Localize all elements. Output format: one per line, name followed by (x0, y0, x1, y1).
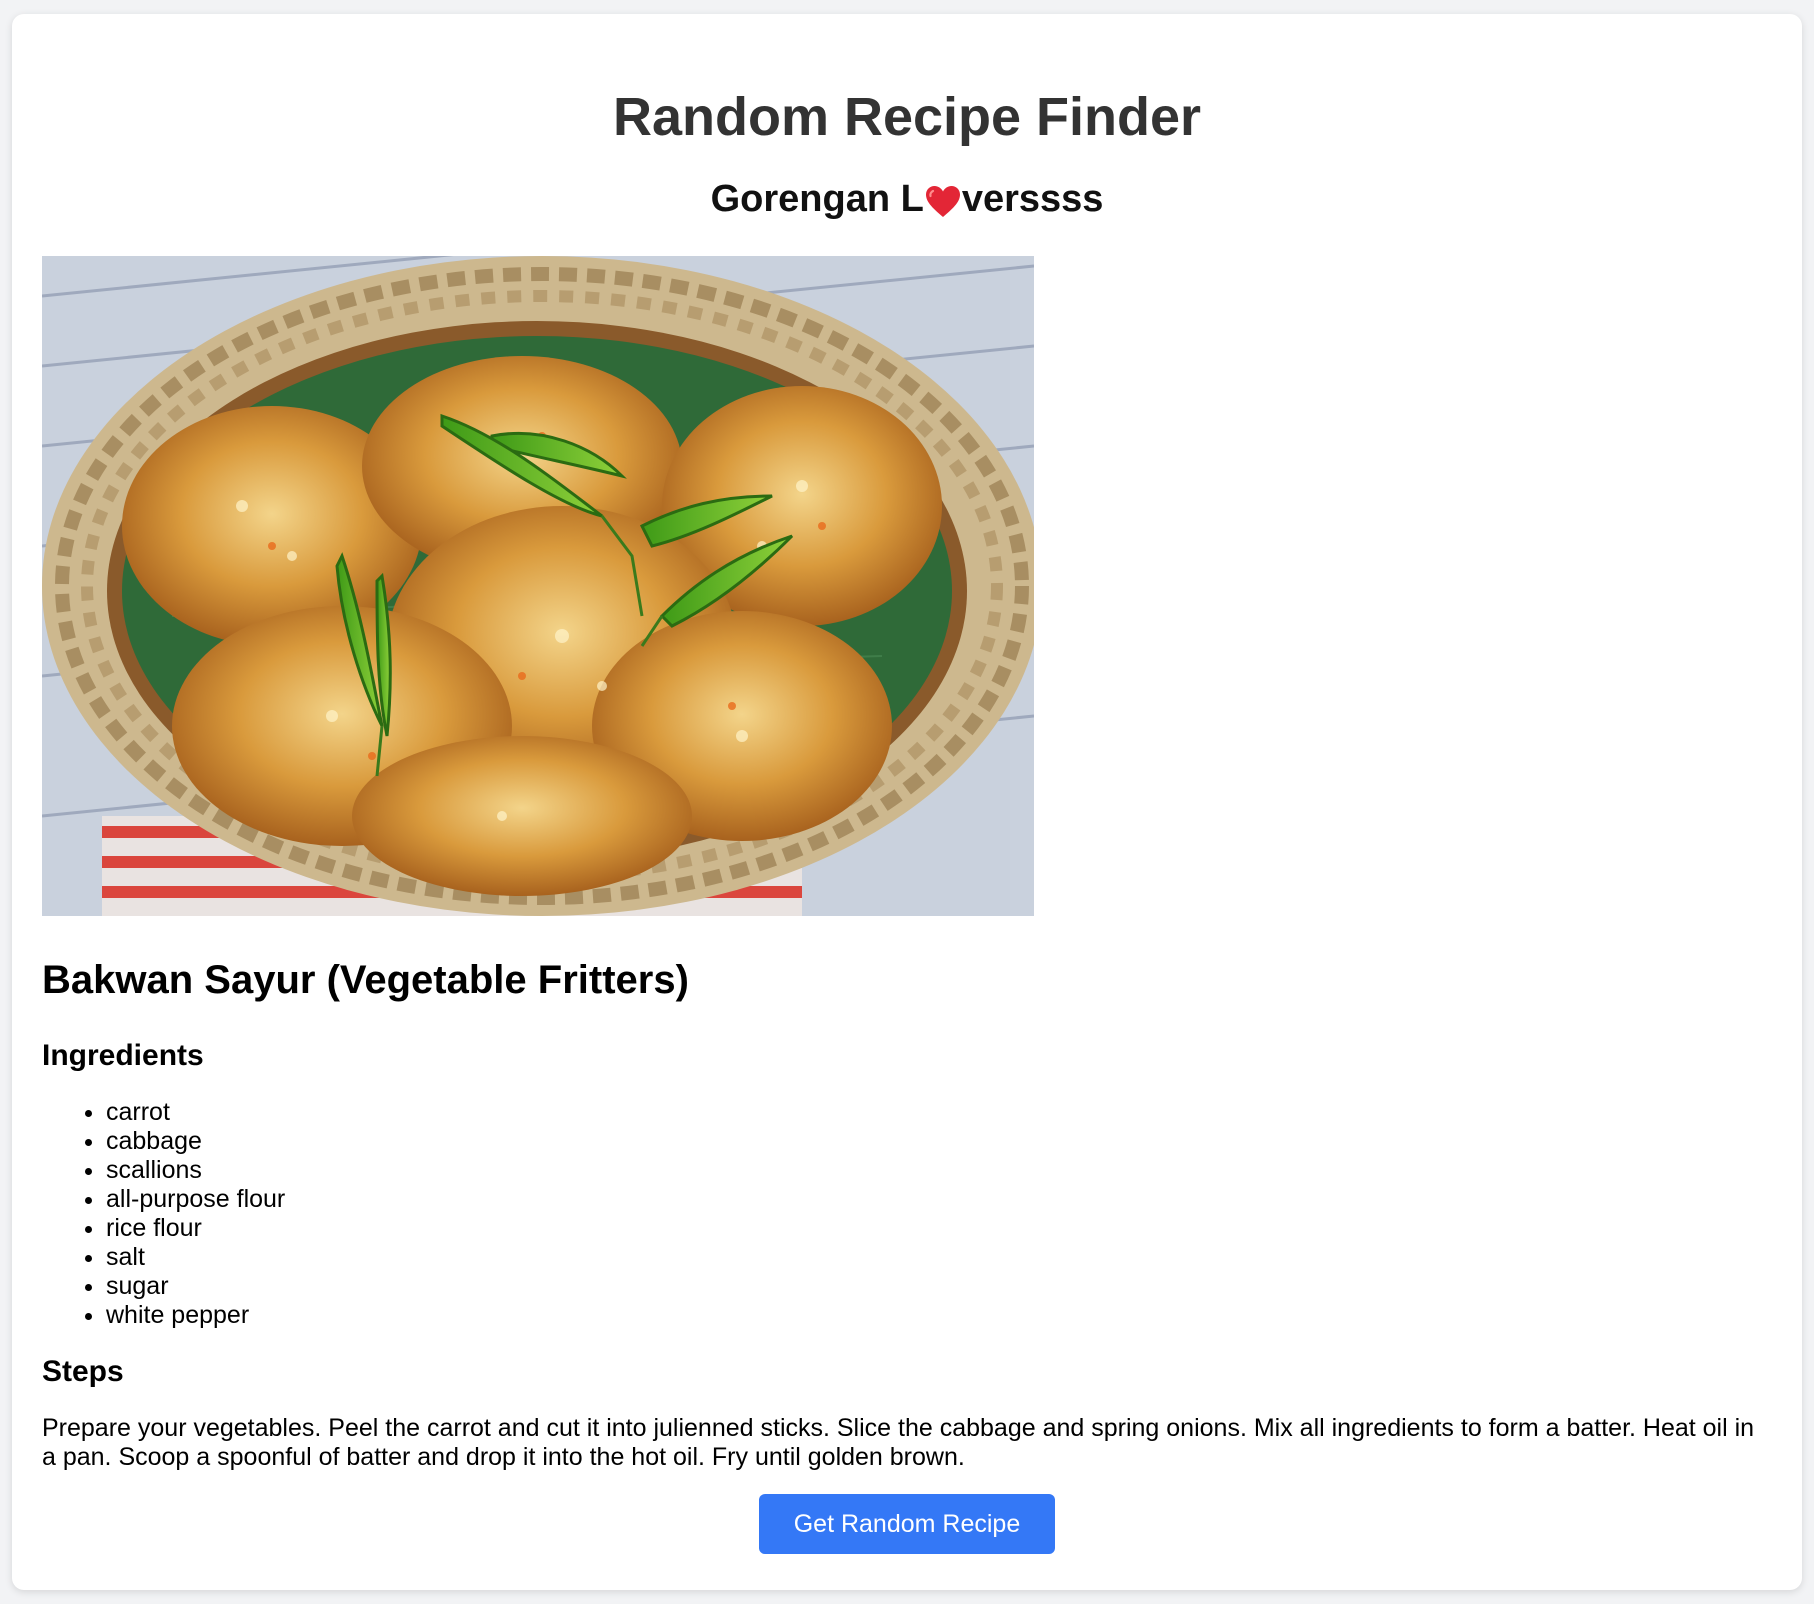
recipe-card: Random Recipe Finder Gorengan L verssss (12, 14, 1802, 1590)
ingredient-item: salt (106, 1243, 1772, 1272)
get-random-recipe-button[interactable]: Get Random Recipe (759, 1494, 1055, 1554)
subtitle-text-end: verssss (961, 178, 1104, 220)
ingredients-heading: Ingredients (42, 1039, 204, 1072)
subtitle-text-start: Gorengan L (710, 178, 924, 220)
button-container: Get Random Recipe (42, 1494, 1772, 1554)
steps-heading: Steps (42, 1355, 124, 1388)
page-title: Random Recipe Finder (612, 87, 1202, 147)
ingredient-item: sugar (106, 1272, 1772, 1301)
steps-text: Prepare your vegetables. Peel the carrot… (42, 1414, 1755, 1471)
page-subtitle: Gorengan L verssss (42, 174, 1772, 224)
recipe-image (42, 256, 1034, 916)
ingredient-item: scallions (106, 1156, 1772, 1185)
ingredient-item: cabbage (106, 1127, 1772, 1156)
heart-icon (925, 182, 961, 217)
ingredient-item: carrot (106, 1098, 1772, 1127)
ingredient-item: white pepper (106, 1301, 1772, 1330)
ingredient-item: all-purpose flour (106, 1185, 1772, 1214)
ingredient-item: rice flour (106, 1214, 1772, 1243)
ingredients-list: carrot cabbage scallions all-purpose flo… (42, 1098, 1772, 1330)
recipe-name: Bakwan Sayur (Vegetable Fritters) (42, 958, 689, 1002)
